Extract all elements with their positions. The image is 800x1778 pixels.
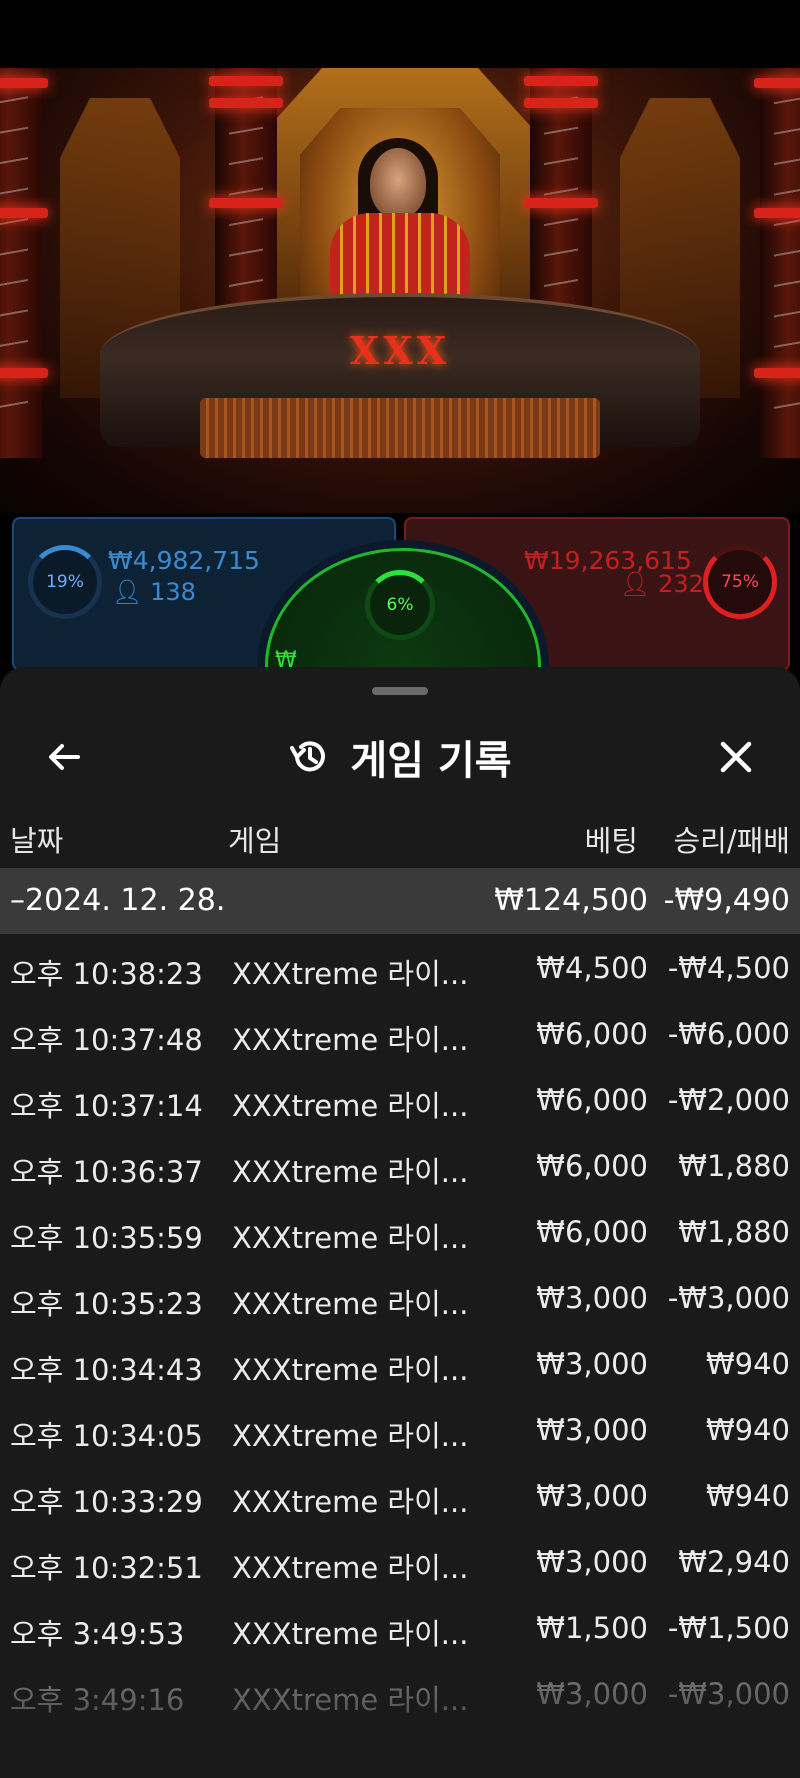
row-bet: ₩3,000 bbox=[536, 1281, 648, 1315]
row-win-loss: ₩1,880 bbox=[678, 1149, 790, 1183]
row-time: 오후 10:32:51 bbox=[10, 1551, 203, 1585]
row-bet: ₩4,500 bbox=[536, 951, 648, 985]
row-win-loss: -₩1,500 bbox=[667, 1611, 790, 1645]
table-logo: XXX bbox=[349, 328, 451, 373]
row-time: 오후 10:36:37 bbox=[10, 1155, 203, 1189]
table-row[interactable]: 오후 10:37:14 XXXtreme 라이... ₩6,000 -₩2,00… bbox=[0, 1066, 800, 1132]
row-game: XXXtreme 라이... bbox=[232, 1089, 469, 1123]
row-win-loss: -₩2,000 bbox=[667, 1083, 790, 1117]
date-group-row[interactable]: –2024. 12. 28. ₩124,500 -₩9,490 bbox=[0, 868, 800, 934]
close-icon bbox=[720, 741, 752, 773]
row-win-loss: ₩940 bbox=[705, 1479, 790, 1513]
row-game: XXXtreme 라이... bbox=[232, 1287, 469, 1321]
row-game: XXXtreme 라이... bbox=[232, 1485, 469, 1519]
row-time: 오후 10:34:43 bbox=[10, 1353, 203, 1387]
row-bet: ₩1,500 bbox=[536, 1611, 648, 1645]
date-group-label: –2024. 12. 28. bbox=[10, 883, 226, 918]
live-video-stream: XXX bbox=[0, 68, 800, 513]
table-row[interactable]: 오후 10:35:23 XXXtreme 라이... ₩3,000 -₩3,00… bbox=[0, 1264, 800, 1330]
row-time: 오후 3:49:53 bbox=[10, 1617, 185, 1651]
sheet-drag-handle[interactable] bbox=[372, 687, 428, 695]
row-bet: ₩6,000 bbox=[536, 1215, 648, 1249]
dealer-head bbox=[370, 148, 426, 218]
row-game: XXXtreme 라이... bbox=[232, 1551, 469, 1585]
row-game: XXXtreme 라이... bbox=[232, 957, 469, 991]
date-group-bet-total: ₩124,500 bbox=[494, 883, 648, 918]
row-time: 오후 10:37:48 bbox=[10, 1023, 203, 1057]
player-bettor-count-value: 138 bbox=[150, 578, 196, 606]
column-header-bet: 베팅 bbox=[584, 824, 638, 858]
table-row[interactable]: 오후 10:34:43 XXXtreme 라이... ₩3,000 ₩940 bbox=[0, 1330, 800, 1396]
row-bet: ₩3,000 bbox=[536, 1479, 648, 1513]
row-time: 오후 10:35:23 bbox=[10, 1287, 203, 1321]
status-bar bbox=[0, 0, 800, 68]
person-icon: 👤︎ bbox=[112, 578, 143, 606]
table-header: 날짜 게임 베팅 승리/패배 bbox=[0, 802, 800, 867]
row-game: XXXtreme 라이... bbox=[232, 1617, 469, 1651]
banker-bettor-count-value: 232 bbox=[658, 570, 704, 598]
row-bet: ₩6,000 bbox=[536, 1149, 648, 1183]
tie-percentage-ring: 6% bbox=[365, 570, 435, 640]
row-time: 오후 10:35:59 bbox=[10, 1221, 203, 1255]
table-row[interactable]: 오후 10:35:59 XXXtreme 라이... ₩6,000 ₩1,880 bbox=[0, 1198, 800, 1264]
row-game: XXXtreme 라이... bbox=[232, 1221, 469, 1255]
table-front-panel bbox=[200, 398, 600, 458]
table-row[interactable]: 오후 10:36:37 XXXtreme 라이... ₩6,000 ₩1,880 bbox=[0, 1132, 800, 1198]
sheet-header: 게임 기록 bbox=[0, 717, 800, 797]
table-row[interactable]: 오후 3:49:53 XXXtreme 라이... ₩1,500 -₩1,500 bbox=[0, 1594, 800, 1660]
row-time: 오후 3:49:16 bbox=[10, 1683, 185, 1717]
column-header-win-loss: 승리/패배 bbox=[673, 824, 791, 858]
row-bet: ₩3,000 bbox=[536, 1413, 648, 1447]
game-history-sheet: 게임 기록 날짜 게임 베팅 승리/패배 –2024. 12. 28. ₩124… bbox=[0, 667, 800, 1778]
table-row[interactable]: 오후 10:34:05 XXXtreme 라이... ₩3,000 ₩940 bbox=[0, 1396, 800, 1462]
row-time: 오후 10:38:23 bbox=[10, 957, 203, 991]
player-bettor-count: 👤︎ 138 bbox=[112, 578, 196, 606]
row-bet: ₩3,000 bbox=[536, 1347, 648, 1381]
row-game: XXXtreme 라이... bbox=[232, 1353, 469, 1387]
row-win-loss: ₩940 bbox=[705, 1413, 790, 1447]
row-bet: ₩6,000 bbox=[536, 1083, 648, 1117]
table-row[interactable]: 오후 10:33:29 XXXtreme 라이... ₩3,000 ₩940 bbox=[0, 1462, 800, 1528]
row-win-loss: -₩3,000 bbox=[667, 1281, 790, 1315]
page-title: 게임 기록 bbox=[350, 738, 512, 784]
arrow-left-icon bbox=[49, 744, 80, 770]
lightning-pillar bbox=[754, 68, 800, 458]
person-icon: 👤︎ bbox=[620, 570, 651, 598]
player-total-bet: ₩4,982,715 bbox=[108, 546, 260, 575]
row-win-loss: -₩3,000 bbox=[667, 1677, 790, 1711]
row-time: 오후 10:37:14 bbox=[10, 1089, 203, 1123]
date-group-win-loss-total: -₩9,490 bbox=[663, 883, 790, 918]
history-icon bbox=[290, 741, 326, 772]
table-row[interactable]: 오후 3:49:16 XXXtreme 라이... ₩3,000 -₩3,000 bbox=[0, 1660, 800, 1726]
column-header-date: 날짜 bbox=[10, 824, 64, 858]
lightning-pillar bbox=[0, 68, 48, 458]
row-bet: ₩3,000 bbox=[536, 1545, 648, 1579]
history-list: 오후 10:38:23 XXXtreme 라이... ₩4,500 -₩4,50… bbox=[0, 934, 800, 1726]
row-game: XXXtreme 라이... bbox=[232, 1155, 469, 1189]
close-button[interactable] bbox=[696, 717, 776, 797]
row-game: XXXtreme 라이... bbox=[232, 1419, 469, 1453]
row-win-loss: -₩6,000 bbox=[667, 1017, 790, 1051]
row-time: 오후 10:33:29 bbox=[10, 1485, 203, 1519]
row-bet: ₩3,000 bbox=[536, 1677, 648, 1711]
back-button[interactable] bbox=[24, 717, 104, 797]
table-row[interactable]: 오후 10:38:23 XXXtreme 라이... ₩4,500 -₩4,50… bbox=[0, 934, 800, 1000]
table-row[interactable]: 오후 10:32:51 XXXtreme 라이... ₩3,000 ₩2,940 bbox=[0, 1528, 800, 1594]
row-bet: ₩6,000 bbox=[536, 1017, 648, 1051]
banker-bettor-count: 👤︎ 232 bbox=[620, 570, 704, 598]
row-time: 오후 10:34:05 bbox=[10, 1419, 203, 1453]
column-header-game: 게임 bbox=[228, 824, 282, 858]
row-game: XXXtreme 라이... bbox=[232, 1683, 469, 1717]
row-win-loss: ₩1,880 bbox=[678, 1215, 790, 1249]
row-win-loss: ₩940 bbox=[705, 1347, 790, 1381]
banker-percentage-ring: 75% bbox=[703, 545, 777, 619]
row-game: XXXtreme 라이... bbox=[232, 1023, 469, 1057]
table-row[interactable]: 오후 10:37:48 XXXtreme 라이... ₩6,000 -₩6,00… bbox=[0, 1000, 800, 1066]
row-win-loss: ₩2,940 bbox=[678, 1545, 790, 1579]
row-win-loss: -₩4,500 bbox=[667, 951, 790, 985]
player-percentage-ring: 19% bbox=[28, 545, 102, 619]
